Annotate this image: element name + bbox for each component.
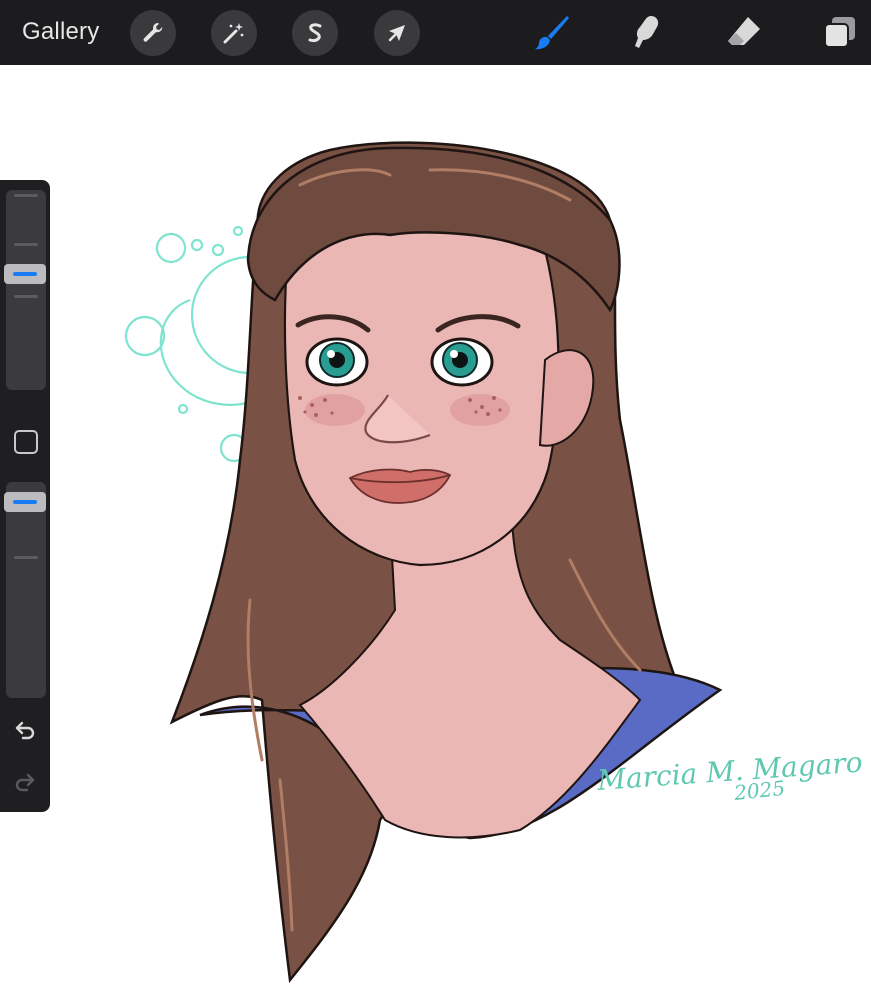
left-eye <box>307 339 367 385</box>
left-cheek-blush <box>305 394 365 426</box>
magic-wand-icon <box>221 20 247 46</box>
top-toolbar: Gallery <box>0 0 871 65</box>
arrow-icon <box>384 20 410 46</box>
brush-button[interactable] <box>528 8 576 56</box>
gallery-button[interactable]: Gallery <box>22 18 99 46</box>
smudge-button[interactable] <box>625 8 673 56</box>
eraser-button[interactable] <box>720 8 768 56</box>
eraser-icon <box>724 12 764 52</box>
selection-s-icon <box>302 20 328 46</box>
signature-year: 2025 <box>732 776 786 805</box>
layers-icon <box>820 12 860 52</box>
transform-button[interactable] <box>374 10 420 56</box>
actions-button[interactable] <box>130 10 176 56</box>
drawing-canvas[interactable]: Marcia M. Magaro 2025 <box>0 65 871 1000</box>
adjustments-button[interactable] <box>211 10 257 56</box>
right-eye <box>432 339 492 385</box>
brush-icon <box>532 12 572 52</box>
selection-button[interactable] <box>292 10 338 56</box>
smudge-icon <box>629 12 669 52</box>
layers-button[interactable] <box>816 8 864 56</box>
wrench-icon <box>140 20 166 46</box>
